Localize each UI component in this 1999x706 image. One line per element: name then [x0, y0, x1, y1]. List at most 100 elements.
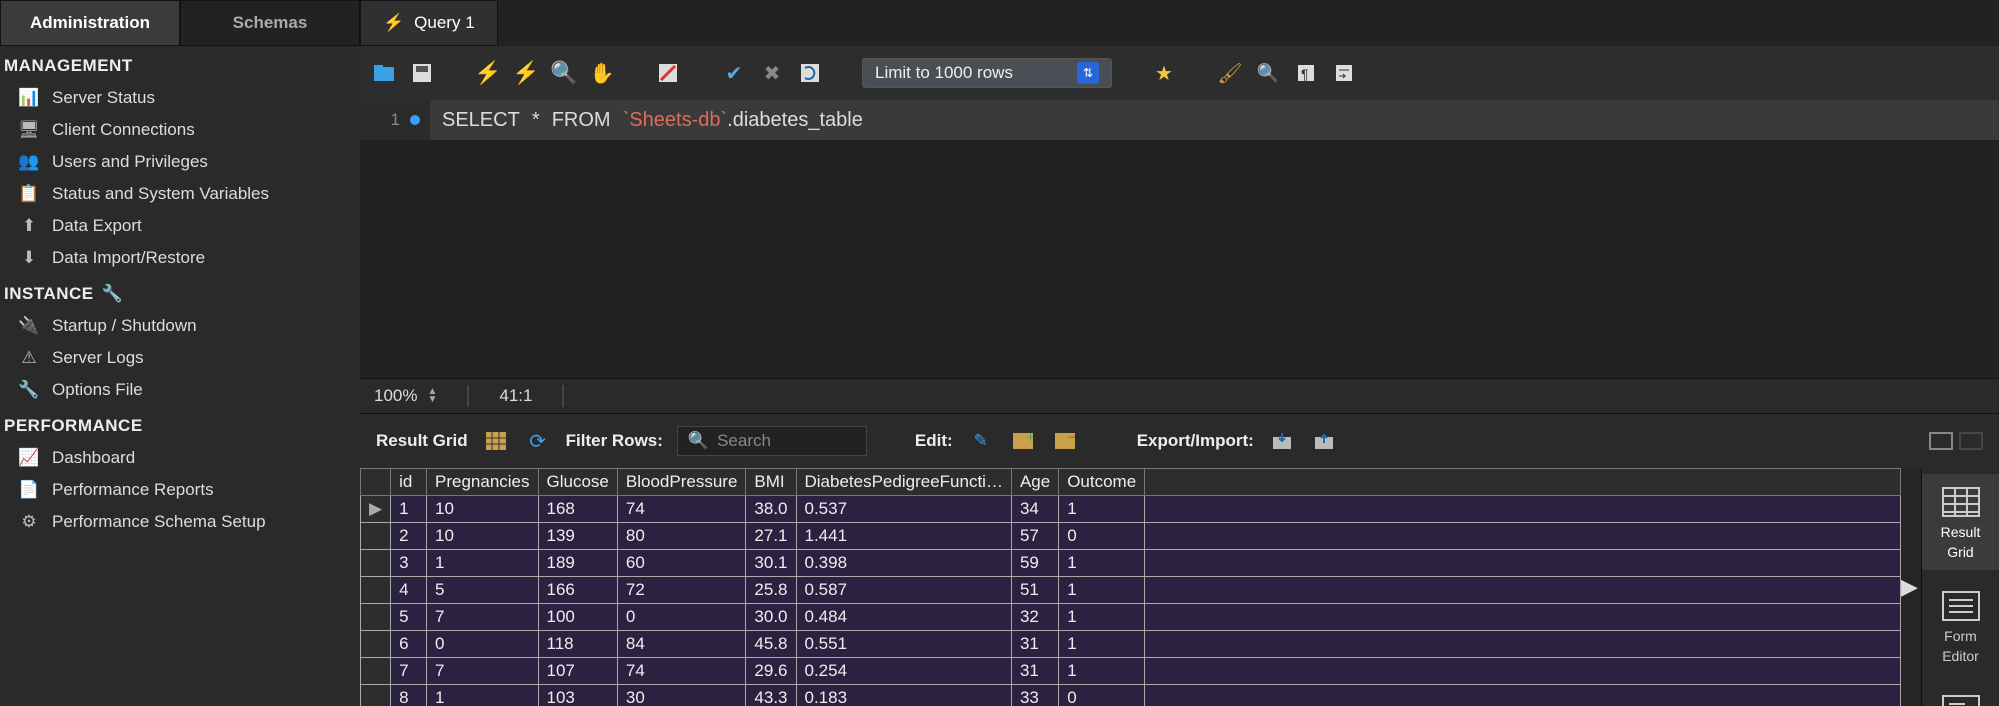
cell[interactable]: 0.398 — [796, 550, 1011, 577]
cell[interactable]: 0.183 — [796, 685, 1011, 706]
cell[interactable]: 25.8 — [746, 577, 796, 604]
row-marker[interactable] — [361, 604, 391, 631]
cell[interactable]: 34 — [1011, 496, 1058, 523]
stop-icon[interactable]: ✋ — [588, 59, 616, 87]
sidebar-item-management-1[interactable]: 🖥Client Connections — [0, 114, 360, 146]
row-marker[interactable]: ▶ — [361, 496, 391, 523]
cell[interactable]: 51 — [1011, 577, 1058, 604]
sidebar-item-management-3[interactable]: 📋Status and System Variables — [0, 178, 360, 210]
table-row[interactable]: 2101398027.11.441570 — [361, 523, 1901, 550]
delete-row-icon[interactable]: － — [1051, 427, 1079, 455]
cell[interactable]: 0 — [1059, 685, 1145, 706]
cell[interactable]: 30.1 — [746, 550, 796, 577]
cell[interactable]: 29.6 — [746, 658, 796, 685]
execute-current-icon[interactable]: ⚡ — [512, 59, 540, 87]
column-header[interactable]: Age — [1011, 469, 1058, 496]
sidebar-item-management-4[interactable]: ⬆Data Export — [0, 210, 360, 242]
cell[interactable]: 1 — [1059, 496, 1145, 523]
rail-form-editor[interactable]: Form Editor — [1922, 578, 1999, 674]
tab-administration[interactable]: Administration — [0, 0, 180, 46]
cell[interactable]: 32 — [1011, 604, 1058, 631]
table-row[interactable]: 771077429.60.254311 — [361, 658, 1901, 685]
expand-panel-icon[interactable]: ▶ — [1901, 574, 1921, 600]
cell[interactable]: 1 — [427, 550, 539, 577]
cell[interactable]: 118 — [538, 631, 617, 658]
cell[interactable]: 1.441 — [796, 523, 1011, 550]
row-marker[interactable] — [361, 658, 391, 685]
row-marker[interactable] — [361, 523, 391, 550]
cell[interactable]: 5 — [427, 577, 539, 604]
table-row[interactable]: 57100030.00.484321 — [361, 604, 1901, 631]
rollback-icon[interactable]: ✖ — [758, 59, 786, 87]
cell[interactable]: 0.484 — [796, 604, 1011, 631]
cell[interactable]: 7 — [391, 658, 427, 685]
commit-icon[interactable]: ✔ — [720, 59, 748, 87]
sql-editor[interactable]: 1 SELECT * FROM `Sheets-db`.diabetes_tab… — [360, 100, 1999, 140]
sidebar-item-performance-1[interactable]: 📄Performance Reports — [0, 474, 360, 506]
cell[interactable]: 74 — [617, 496, 746, 523]
cell[interactable]: 0 — [427, 631, 539, 658]
row-marker[interactable] — [361, 550, 391, 577]
cell[interactable]: 0.587 — [796, 577, 1011, 604]
cell[interactable]: 8 — [391, 685, 427, 706]
cell[interactable]: 60 — [617, 550, 746, 577]
limit-rows-select[interactable]: Limit to 1000 rows ⇅ — [862, 58, 1112, 88]
refresh-icon[interactable]: ⟳ — [524, 427, 552, 455]
column-header[interactable]: BloodPressure — [617, 469, 746, 496]
find-icon[interactable]: 🔍 — [1254, 59, 1282, 87]
cell[interactable]: 30 — [617, 685, 746, 706]
cell[interactable]: 0.551 — [796, 631, 1011, 658]
cell[interactable]: 2 — [391, 523, 427, 550]
panel-toggle-2[interactable] — [1959, 432, 1983, 450]
row-marker[interactable] — [361, 631, 391, 658]
save-icon[interactable] — [408, 59, 436, 87]
column-header[interactable]: id — [391, 469, 427, 496]
column-header[interactable]: Outcome — [1059, 469, 1145, 496]
cell[interactable]: 1 — [1059, 577, 1145, 604]
sidebar-item-management-0[interactable]: 📊Server Status — [0, 82, 360, 114]
cell[interactable]: 166 — [538, 577, 617, 604]
cell[interactable]: 45.8 — [746, 631, 796, 658]
cell[interactable]: 1 — [1059, 631, 1145, 658]
column-header[interactable]: Glucose — [538, 469, 617, 496]
sql-line[interactable]: SELECT * FROM `Sheets-db`.diabetes_table — [430, 100, 1999, 140]
result-grid[interactable]: idPregnanciesGlucoseBloodPressureBMIDiab… — [360, 468, 1901, 706]
cell[interactable]: 43.3 — [746, 685, 796, 706]
cell[interactable]: 139 — [538, 523, 617, 550]
invisible-chars-icon[interactable]: ¶ — [1292, 59, 1320, 87]
cell[interactable]: 100 — [538, 604, 617, 631]
table-row[interactable]: 451667225.80.587511 — [361, 577, 1901, 604]
cell[interactable]: 168 — [538, 496, 617, 523]
export-icon[interactable] — [1268, 427, 1296, 455]
column-header[interactable]: Pregnancies — [427, 469, 539, 496]
rail-field-types[interactable]: Field Types — [1922, 682, 1999, 706]
cell[interactable]: 103 — [538, 685, 617, 706]
column-header[interactable]: BMI — [746, 469, 796, 496]
cell[interactable]: 189 — [538, 550, 617, 577]
cell[interactable]: 72 — [617, 577, 746, 604]
cell[interactable]: 107 — [538, 658, 617, 685]
autocommit-icon[interactable] — [796, 59, 824, 87]
cell[interactable]: 5 — [391, 604, 427, 631]
explain-icon[interactable]: 🔍 — [550, 59, 578, 87]
cell[interactable]: 4 — [391, 577, 427, 604]
cell[interactable]: 0 — [617, 604, 746, 631]
sidebar-item-performance-0[interactable]: 📈Dashboard — [0, 442, 360, 474]
table-row[interactable]: 601188445.80.551311 — [361, 631, 1901, 658]
cell[interactable]: 7 — [427, 604, 539, 631]
sidebar-item-performance-2[interactable]: ⚙Performance Schema Setup — [0, 506, 360, 538]
cell[interactable]: 31 — [1011, 631, 1058, 658]
row-marker[interactable] — [361, 577, 391, 604]
cell[interactable]: 30.0 — [746, 604, 796, 631]
beautify-icon[interactable]: 🖌 — [1216, 59, 1244, 87]
editor-body[interactable] — [360, 140, 1999, 378]
cell[interactable]: 1 — [1059, 550, 1145, 577]
column-header[interactable]: DiabetesPedigreeFuncti… — [796, 469, 1011, 496]
sidebar-item-instance-2[interactable]: 🔧Options File — [0, 374, 360, 406]
cell[interactable]: 7 — [427, 658, 539, 685]
star-icon[interactable]: ★ — [1150, 59, 1178, 87]
table-row[interactable]: 811033043.30.183330 — [361, 685, 1901, 706]
wrap-icon[interactable] — [1330, 59, 1358, 87]
cell[interactable]: 1 — [1059, 604, 1145, 631]
cell[interactable]: 1 — [1059, 658, 1145, 685]
